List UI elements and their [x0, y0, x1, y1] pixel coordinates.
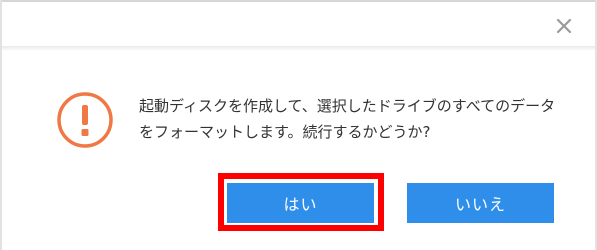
message-line-1: 起動ディスクを作成して、選択したドライブのすべてのデータ [139, 97, 556, 115]
no-button[interactable]: いいえ [407, 183, 554, 223]
yes-button[interactable]: はい [227, 183, 374, 223]
close-icon [556, 18, 572, 34]
exclamation-circle-icon [57, 92, 113, 148]
message-line-2: をフォーマットします。続行するかどうか? [139, 123, 431, 141]
confirm-dialog: 起動ディスクを作成して、選択したドライブのすべてのデータ をフォーマットします。… [0, 0, 597, 250]
dialog-message: 起動ディスクを作成して、選択したドライブのすべてのデータ をフォーマットします。… [139, 93, 569, 145]
no-button-label: いいえ [454, 195, 506, 214]
yes-button-label: はい [283, 195, 318, 214]
dialog-titlebar [2, 2, 595, 46]
close-button[interactable] [548, 10, 580, 42]
titlebar-separator [2, 46, 595, 51]
